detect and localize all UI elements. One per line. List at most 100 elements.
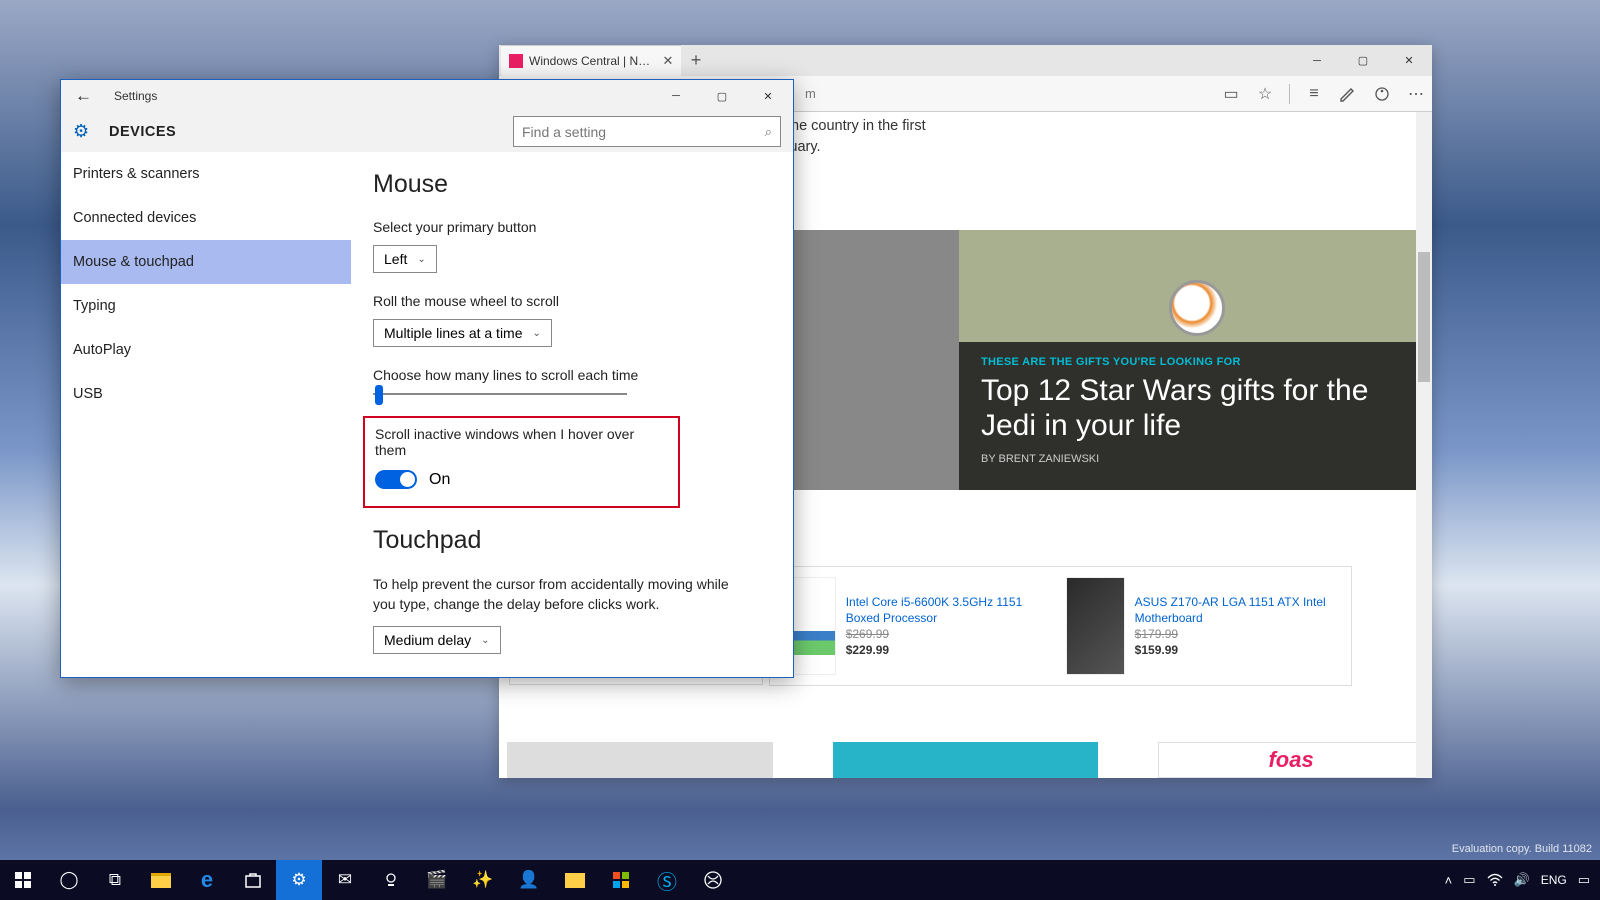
reading-view-icon[interactable]: ▭ — [1221, 84, 1241, 104]
ad-row: foas — [507, 742, 1424, 778]
select-value: Left — [384, 251, 407, 267]
highlight-box: Scroll inactive windows when I hover ove… — [363, 416, 680, 508]
product-price: $229.99 — [846, 642, 1056, 658]
webnote-icon[interactable] — [1338, 84, 1358, 104]
product-card[interactable]: ASUS Z170-AR LGA 1151 ATX Intel Motherbo… — [1066, 577, 1344, 675]
edge-button[interactable]: e — [184, 860, 230, 900]
browser-tab[interactable]: Windows Central | News ✕ — [501, 45, 681, 76]
product-info: ASUS Z170-AR LGA 1151 ATX Intel Motherbo… — [1135, 594, 1343, 659]
nav-item-mouse-touchpad[interactable]: Mouse & touchpad — [61, 240, 351, 284]
back-button[interactable]: ← — [75, 86, 92, 106]
heading-mouse: Mouse — [373, 170, 771, 199]
settings-header: ⚙ DEVICES Find a setting ⌕ — [61, 112, 793, 152]
minimize-button[interactable]: ─ — [1294, 45, 1340, 76]
battery-icon[interactable]: ▭ — [1463, 872, 1475, 888]
ad-slot[interactable] — [833, 742, 1099, 778]
toggle-scroll-inactive[interactable]: On — [375, 470, 450, 489]
settings-button[interactable]: ⚙ — [276, 860, 322, 900]
toggle-switch[interactable] — [375, 470, 417, 489]
wifi-icon[interactable] — [1487, 873, 1503, 887]
label-primary-button: Select your primary button — [373, 219, 771, 235]
toggle-knob — [400, 472, 415, 487]
ad-slot[interactable] — [507, 742, 773, 778]
label-scroll-inactive: Scroll inactive windows when I hover ove… — [375, 426, 668, 458]
tray-chevron-icon[interactable]: ˄ — [1445, 873, 1453, 888]
hub-icon[interactable]: ≡ — [1304, 84, 1324, 104]
close-tab-icon[interactable]: ✕ — [663, 53, 673, 69]
language-indicator[interactable]: ENG — [1541, 873, 1567, 887]
breadcrumb: DEVICES — [109, 124, 176, 140]
file-explorer-button[interactable] — [138, 860, 184, 900]
select-wheel-scroll[interactable]: Multiple lines at a time ⌄ — [373, 319, 552, 347]
product-info: Intel Core i5-6600K 3.5GHz 1151 Boxed Pr… — [846, 594, 1056, 659]
favorite-star-icon[interactable]: ☆ — [1255, 84, 1275, 104]
people-button[interactable]: 👤 — [506, 860, 552, 900]
hero-image-right[interactable]: THESE ARE THE GIFTS YOU'RE LOOKING FOR T… — [959, 230, 1419, 490]
nav-item-connected-devices[interactable]: Connected devices — [61, 196, 351, 240]
evaluation-watermark: Evaluation copy. Build 11082 — [1452, 843, 1592, 855]
product-name: ASUS Z170-AR LGA 1151 ATX Intel Motherbo… — [1135, 594, 1343, 626]
chevron-down-icon: ⌄ — [481, 635, 489, 646]
action-center-icon[interactable]: ▭ — [1578, 872, 1590, 888]
xbox-button[interactable] — [690, 860, 736, 900]
scrollbar-thumb[interactable] — [1418, 252, 1430, 382]
nav-item-printers[interactable]: Printers & scanners — [61, 152, 351, 196]
window-title: Settings — [114, 89, 157, 103]
minimize-button[interactable]: ─ — [653, 81, 699, 111]
share-icon[interactable] — [1372, 84, 1392, 104]
nav-item-typing[interactable]: Typing — [61, 284, 351, 328]
taskbar: ◯ ⧉ e ⚙ ✉ 🎬 ✨ 👤 Ⓢ ˄ ▭ 🔊 ENG ▭ — [0, 860, 1600, 900]
tab-title: Windows Central | News — [529, 54, 655, 68]
mail-button[interactable]: ✉ — [322, 860, 368, 900]
ad-slot[interactable]: foas — [1158, 742, 1424, 778]
maximize-button[interactable]: ▢ — [699, 81, 745, 111]
camera-button[interactable] — [368, 860, 414, 900]
browser-window-controls: ─ ▢ ✕ — [1294, 45, 1432, 76]
select-value: Multiple lines at a time — [384, 325, 523, 341]
settings-window-controls: ─ ▢ ✕ — [653, 81, 791, 111]
close-button[interactable]: ✕ — [1386, 45, 1432, 76]
skype-button[interactable]: Ⓢ — [644, 860, 690, 900]
settings-titlebar: ← Settings ─ ▢ ✕ — [61, 80, 793, 112]
volume-icon[interactable]: 🔊 — [1514, 872, 1530, 888]
search-placeholder: Find a setting — [522, 124, 606, 140]
nav-item-autoplay[interactable]: AutoPlay — [61, 328, 351, 372]
product-strike: $179.99 — [1135, 626, 1343, 642]
hero-image-mid — [776, 230, 959, 490]
product-name: Intel Core i5-6600K 3.5GHz 1151 Boxed Pr… — [846, 594, 1056, 626]
gear-icon: ⚙ — [73, 121, 95, 143]
system-tray: ˄ ▭ 🔊 ENG ▭ — [1445, 872, 1600, 888]
nav-item-usb[interactable]: USB — [61, 372, 351, 416]
tips-button[interactable]: ✨ — [460, 860, 506, 900]
taskview-button[interactable]: ⧉ — [92, 860, 138, 900]
settings-body: Printers & scanners Connected devices Mo… — [61, 152, 793, 677]
ms-logo-button[interactable] — [598, 860, 644, 900]
search-input[interactable]: Find a setting ⌕ — [513, 116, 781, 147]
new-tab-button[interactable]: + — [681, 45, 711, 76]
product-row: Intel Core i5-6600K 3.5GHz 1151 Boxed Pr… — [769, 566, 1352, 686]
close-button[interactable]: ✕ — [745, 81, 791, 111]
hero-eyebrow: THESE ARE THE GIFTS YOU'RE LOOKING FOR — [981, 356, 1397, 368]
hero-overlay: THESE ARE THE GIFTS YOU'RE LOOKING FOR T… — [959, 342, 1419, 490]
scrollbar[interactable] — [1416, 112, 1432, 778]
label-wheel-scroll: Roll the mouse wheel to scroll — [373, 293, 771, 309]
more-icon[interactable]: ⋯ — [1406, 84, 1426, 104]
hero-title: Top 12 Star Wars gifts for the Jedi in y… — [981, 374, 1397, 443]
settings-main: Mouse Select your primary button Left ⌄ … — [351, 152, 793, 677]
product-price: $159.99 — [1135, 642, 1343, 658]
select-primary-button[interactable]: Left ⌄ — [373, 245, 437, 273]
label-lines-scroll: Choose how many lines to scroll each tim… — [373, 367, 771, 383]
browser-titlebar: Windows Central | News ✕ + ─ ▢ ✕ — [499, 45, 1432, 76]
movies-button[interactable]: 🎬 — [414, 860, 460, 900]
favicon-icon — [509, 54, 523, 68]
slider-lines[interactable] — [373, 393, 627, 395]
folder2-button[interactable] — [552, 860, 598, 900]
toolbar-divider — [1289, 84, 1290, 104]
maximize-button[interactable]: ▢ — [1340, 45, 1386, 76]
start-button[interactable] — [0, 860, 46, 900]
store-button[interactable] — [230, 860, 276, 900]
slider-thumb[interactable] — [375, 385, 383, 405]
select-touchpad-delay[interactable]: Medium delay ⌄ — [373, 626, 501, 654]
product-card[interactable]: Intel Core i5-6600K 3.5GHz 1151 Boxed Pr… — [778, 577, 1056, 675]
cortana-button[interactable]: ◯ — [46, 860, 92, 900]
